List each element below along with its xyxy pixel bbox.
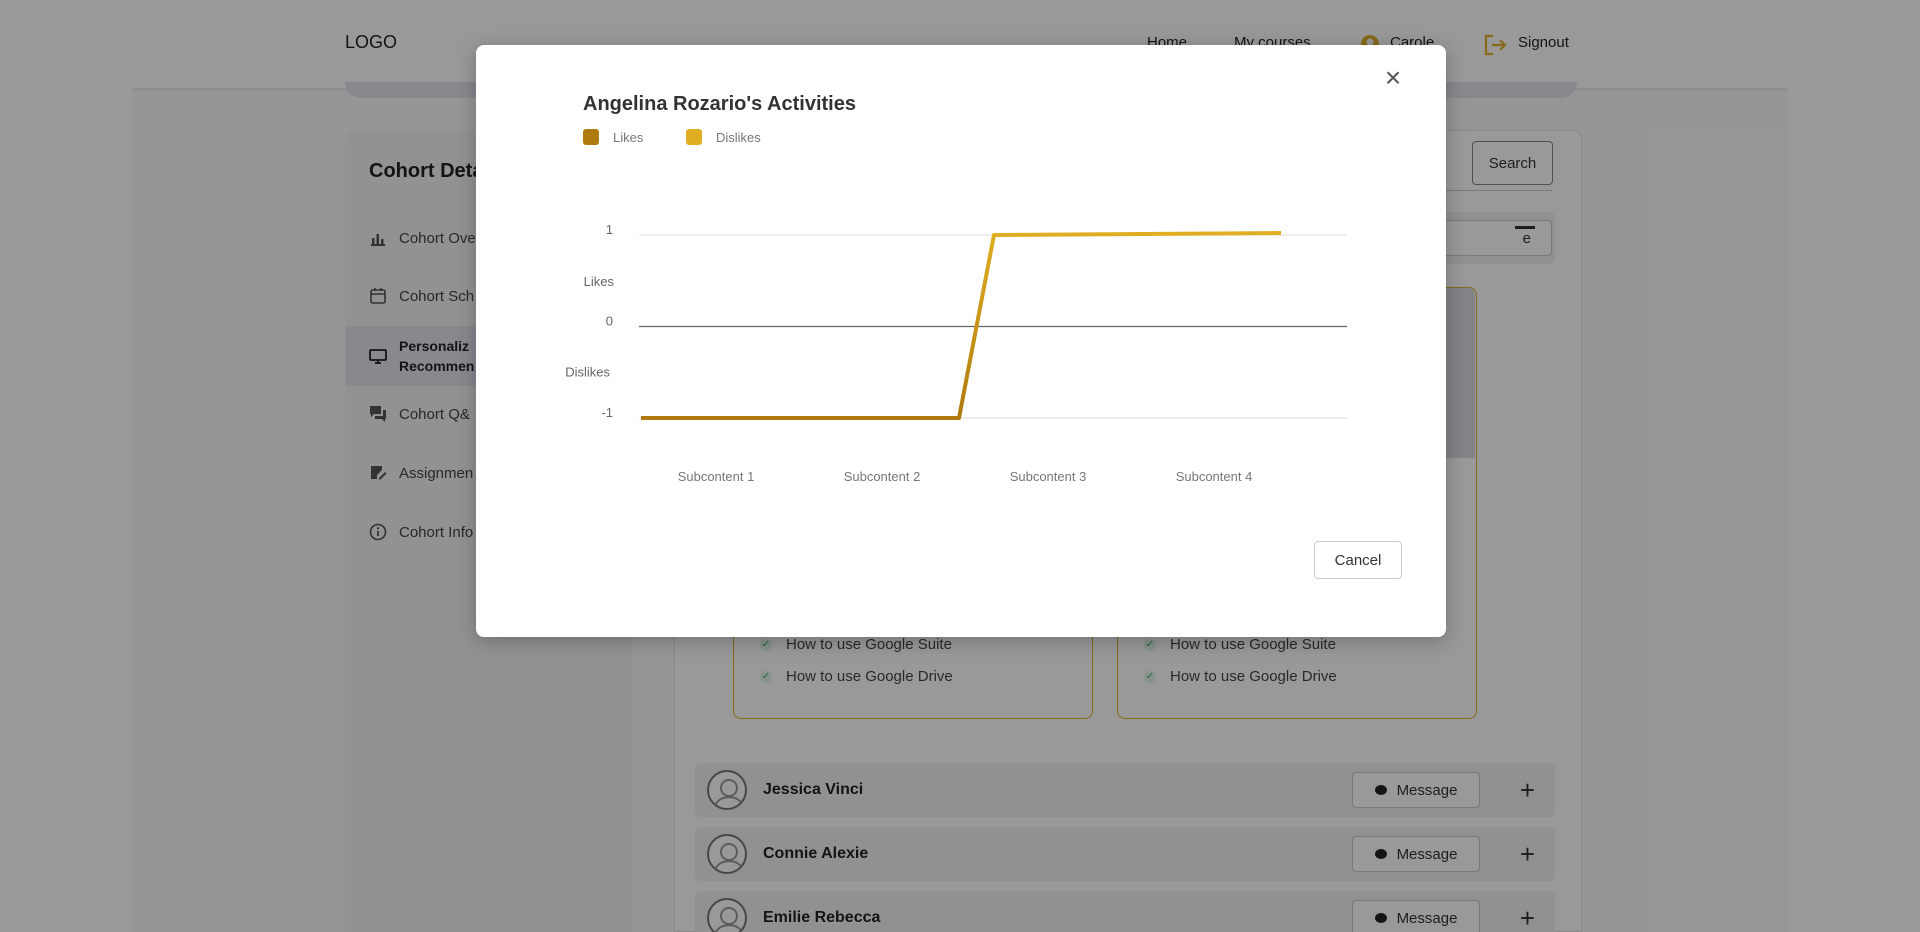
cancel-button[interactable]: Cancel: [1314, 541, 1402, 579]
y-tick-label: 1: [606, 222, 613, 237]
y-tick-label: -1: [601, 405, 613, 420]
y-tick-label: 0: [606, 314, 613, 329]
activities-chart: 1 0 -1 Likes Dislikes Subcontent 1 Subcontent …: [565, 222, 1347, 484]
y-axis-annotation: Dislikes: [565, 364, 610, 379]
x-tick-label: Subcontent 4: [1176, 469, 1253, 484]
y-axis-annotation: Likes: [584, 274, 615, 289]
activities-modal: Angelina Rozario's Activities × Likes Di…: [476, 45, 1446, 637]
x-tick-label: Subcontent 1: [678, 469, 755, 484]
x-tick-label: Subcontent 2: [844, 469, 921, 484]
series-line-likes: [641, 231, 1282, 420]
x-tick-label: Subcontent 3: [1010, 469, 1087, 484]
